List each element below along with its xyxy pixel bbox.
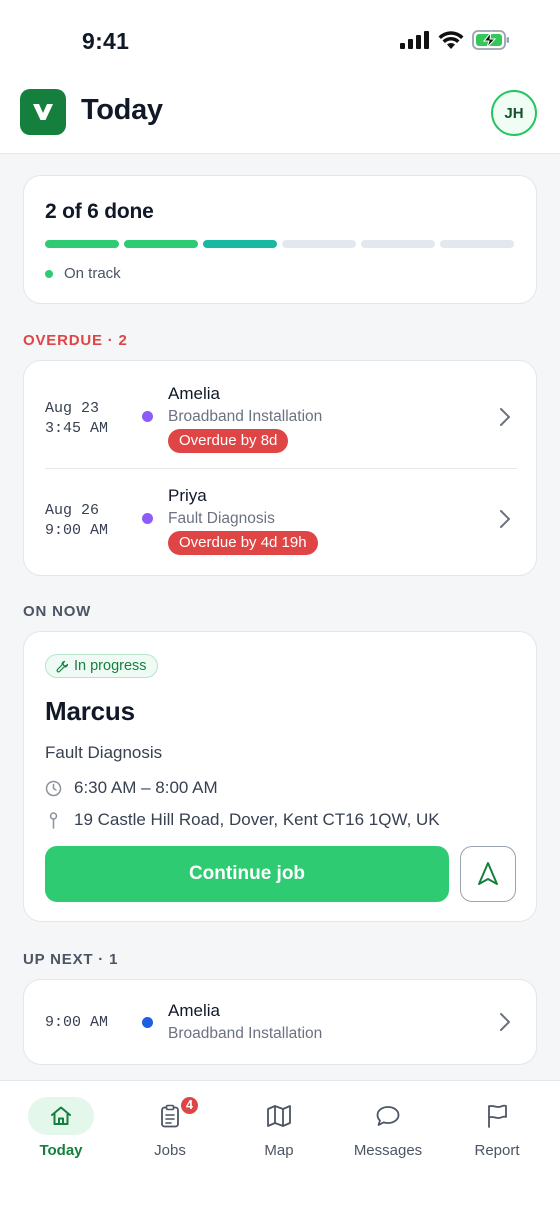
job-date-day: Aug 23 [45, 400, 100, 417]
app-logo [20, 89, 66, 135]
progress-segment [203, 240, 277, 248]
job-date-day: Aug 26 [45, 502, 100, 519]
job-date: Aug 23 3:45 AM [45, 399, 108, 439]
navigate-button[interactable] [460, 846, 516, 902]
home-icon [51, 1106, 71, 1125]
map-icon [267, 1105, 291, 1127]
message-icon [376, 1106, 400, 1126]
progress-segment [282, 240, 356, 248]
up-next-section-label: UP NEXT · 1 [23, 951, 119, 968]
status-bar: 9:41 [0, 0, 560, 78]
job-type-dot-icon [142, 513, 153, 524]
job-type-dot-icon [142, 411, 153, 422]
flag-icon [488, 1104, 507, 1128]
navigation-arrow-icon [478, 862, 498, 885]
logo-mark-icon [33, 104, 53, 120]
jobs-count-badge: 4 [179, 1095, 200, 1116]
job-service: Broadband Installation [168, 408, 323, 425]
tab-today-label: Today [39, 1142, 83, 1159]
tab-report-label: Report [474, 1142, 520, 1159]
tab-jobs[interactable]: 4 Jobs [115, 1081, 225, 1181]
continue-job-button[interactable]: Continue job [45, 846, 449, 902]
tab-today[interactable]: Today [6, 1081, 116, 1181]
job-time-window: 6:30 AM – 8:00 AM [45, 778, 218, 798]
status-icons [400, 30, 510, 50]
job-date: Aug 26 9:00 AM [45, 501, 108, 541]
user-avatar[interactable]: JH [491, 90, 537, 136]
status-time: 9:41 [82, 28, 130, 54]
progress-segment [440, 240, 514, 248]
cellular-signal-icon [400, 31, 429, 49]
location-pin-icon [49, 811, 58, 829]
chevron-right-icon [500, 408, 510, 426]
wifi-icon [438, 30, 464, 49]
tab-today-icon-wrap [28, 1097, 94, 1135]
job-date-time: 9:00 AM [45, 522, 109, 539]
tab-map-icon-wrap [246, 1097, 312, 1135]
tab-report[interactable]: Report [442, 1081, 552, 1181]
on-now-section-label: ON NOW [23, 603, 92, 620]
progress-segment [124, 240, 198, 248]
time-window-label: 6:30 AM – 8:00 AM [74, 778, 218, 797]
tab-messages-icon-wrap [355, 1097, 421, 1135]
job-time: 9:00 AM [45, 1014, 109, 1031]
clock-icon [45, 780, 62, 796]
app-header: Today JH [0, 78, 560, 154]
job-row-overdue-1[interactable]: Aug 23 3:45 AM Amelia Broadband Installa… [24, 361, 538, 468]
job-address: 19 Castle Hill Road, Dover, Kent CT16 1Q… [45, 810, 440, 830]
status-dot-icon [45, 269, 53, 278]
progress-title: 2 of 6 done [45, 200, 154, 223]
job-service: Broadband Installation [168, 1025, 323, 1042]
wrench-icon [56, 660, 69, 672]
tab-jobs-label: Jobs [154, 1142, 186, 1159]
tab-report-icon-wrap [464, 1097, 530, 1135]
progress-status-label: On track [64, 265, 121, 282]
clipboard-icon [161, 1104, 179, 1128]
job-row-overdue-2[interactable]: Aug 26 9:00 AM Priya Fault Diagnosis Ove… [24, 469, 538, 576]
page-title: Today [81, 94, 163, 126]
battery-charging-icon [472, 30, 509, 50]
up-next-card: 9:00 AM Amelia Broadband Installation [23, 979, 537, 1065]
overdue-badge: Overdue by 8d [168, 429, 289, 453]
current-job-card: In progress Marcus Fault Diagnosis 6:30 … [23, 631, 537, 922]
job-row-up-next-1[interactable]: 9:00 AM Amelia Broadband Installation [24, 980, 538, 1066]
overdue-section-label: OVERDUE · 2 [23, 332, 128, 349]
progress-status: On track [45, 265, 121, 282]
job-customer: Amelia [168, 1001, 220, 1020]
job-date-time: 3:45 AM [45, 420, 109, 437]
in-progress-label: In progress [74, 658, 147, 674]
address-label: 19 Castle Hill Road, Dover, Kent CT16 1Q… [74, 810, 440, 829]
progress-bar [45, 240, 514, 248]
bottom-tab-bar: Today 4 Jobs Map Messages Report [0, 1080, 560, 1217]
current-job-service: Fault Diagnosis [45, 743, 163, 762]
overdue-jobs-card: Aug 23 3:45 AM Amelia Broadband Installa… [23, 360, 537, 576]
progress-segment [361, 240, 435, 248]
job-type-dot-icon [142, 1017, 153, 1028]
tab-messages[interactable]: Messages [333, 1081, 443, 1181]
progress-segment [45, 240, 119, 248]
chevron-right-icon [500, 510, 510, 528]
job-customer: Priya [168, 486, 207, 505]
tab-map-label: Map [264, 1142, 294, 1159]
current-job-customer: Marcus [45, 696, 135, 726]
job-customer: Amelia [168, 384, 220, 403]
progress-card: 2 of 6 done On track [23, 175, 537, 304]
tab-map[interactable]: Map [224, 1081, 334, 1181]
in-progress-badge: In progress [45, 654, 158, 678]
overdue-badge: Overdue by 4d 19h [168, 531, 318, 555]
job-service: Fault Diagnosis [168, 510, 275, 527]
chevron-right-icon [500, 1013, 510, 1031]
tab-messages-label: Messages [353, 1142, 423, 1159]
